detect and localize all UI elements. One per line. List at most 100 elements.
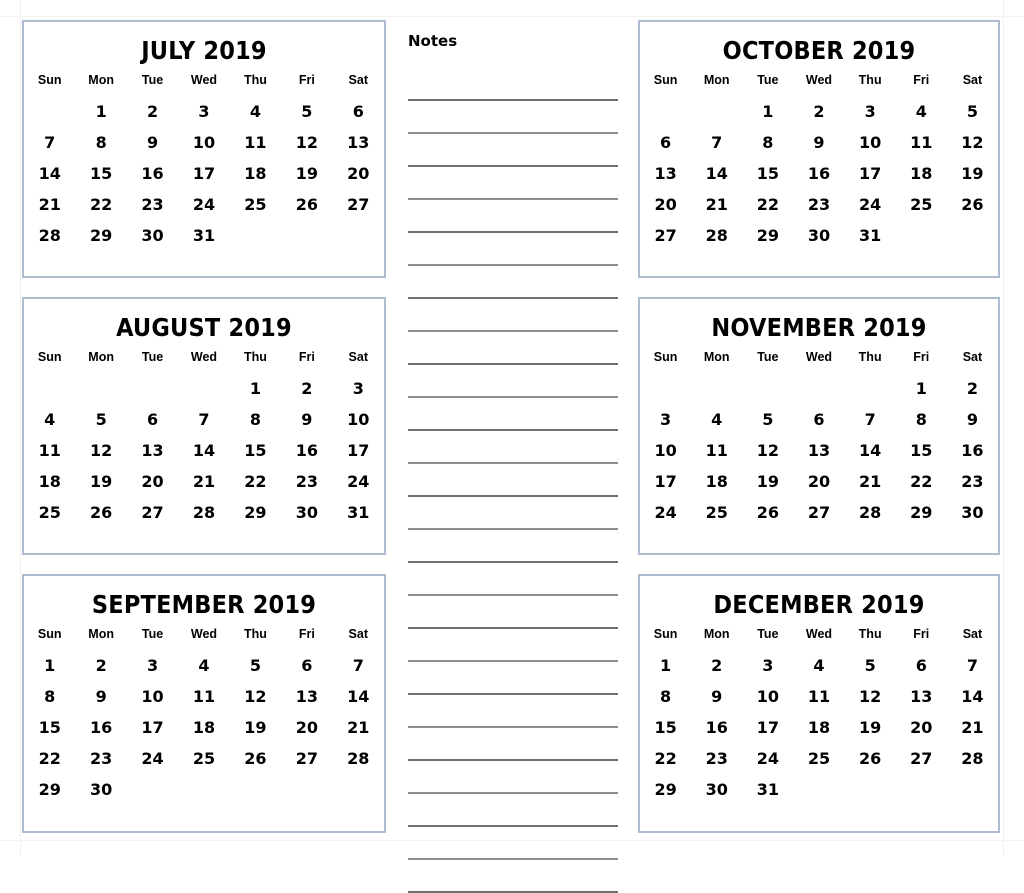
day-cell-october-9[interactable]: 9 bbox=[793, 127, 844, 158]
day-cell-september-1[interactable]: 1 bbox=[24, 650, 75, 681]
day-cell-september-18[interactable]: 18 bbox=[178, 712, 229, 743]
day-cell-october-14[interactable]: 14 bbox=[691, 158, 742, 189]
day-cell-october-24[interactable]: 24 bbox=[845, 189, 896, 220]
day-cell-july-6[interactable]: 6 bbox=[333, 96, 384, 127]
day-cell-july-2[interactable]: 2 bbox=[127, 96, 178, 127]
day-cell-november-6[interactable]: 6 bbox=[793, 404, 844, 435]
day-cell-october-3[interactable]: 3 bbox=[845, 96, 896, 127]
day-cell-august-25[interactable]: 25 bbox=[24, 497, 75, 528]
day-cell-october-5[interactable]: 5 bbox=[947, 96, 998, 127]
note-line[interactable] bbox=[408, 167, 618, 200]
day-cell-july-24[interactable]: 24 bbox=[178, 189, 229, 220]
day-cell-november-22[interactable]: 22 bbox=[896, 466, 947, 497]
notes-panel[interactable]: Notes bbox=[400, 20, 626, 893]
day-cell-december-28[interactable]: 28 bbox=[947, 743, 998, 774]
day-cell-august-24[interactable]: 24 bbox=[333, 466, 384, 497]
day-cell-september-17[interactable]: 17 bbox=[127, 712, 178, 743]
day-cell-november-16[interactable]: 16 bbox=[947, 435, 998, 466]
day-cell-october-23[interactable]: 23 bbox=[793, 189, 844, 220]
day-cell-november-20[interactable]: 20 bbox=[793, 466, 844, 497]
day-cell-august-9[interactable]: 9 bbox=[281, 404, 332, 435]
day-cell-august-7[interactable]: 7 bbox=[178, 404, 229, 435]
day-cell-july-7[interactable]: 7 bbox=[24, 127, 75, 158]
note-line[interactable] bbox=[408, 464, 618, 497]
day-cell-august-13[interactable]: 13 bbox=[127, 435, 178, 466]
day-cell-july-18[interactable]: 18 bbox=[230, 158, 281, 189]
day-cell-december-18[interactable]: 18 bbox=[793, 712, 844, 743]
day-cell-july-20[interactable]: 20 bbox=[333, 158, 384, 189]
day-cell-october-17[interactable]: 17 bbox=[845, 158, 896, 189]
day-cell-november-17[interactable]: 17 bbox=[640, 466, 691, 497]
day-cell-october-12[interactable]: 12 bbox=[947, 127, 998, 158]
day-cell-july-22[interactable]: 22 bbox=[75, 189, 126, 220]
day-cell-october-7[interactable]: 7 bbox=[691, 127, 742, 158]
day-cell-december-23[interactable]: 23 bbox=[691, 743, 742, 774]
day-cell-october-4[interactable]: 4 bbox=[896, 96, 947, 127]
note-line[interactable] bbox=[408, 365, 618, 398]
day-cell-july-29[interactable]: 29 bbox=[75, 220, 126, 251]
day-cell-november-13[interactable]: 13 bbox=[793, 435, 844, 466]
day-cell-july-11[interactable]: 11 bbox=[230, 127, 281, 158]
day-cell-december-8[interactable]: 8 bbox=[640, 681, 691, 712]
note-line[interactable] bbox=[408, 629, 618, 662]
day-cell-august-2[interactable]: 2 bbox=[281, 373, 332, 404]
day-cell-july-21[interactable]: 21 bbox=[24, 189, 75, 220]
day-cell-december-17[interactable]: 17 bbox=[742, 712, 793, 743]
day-cell-november-4[interactable]: 4 bbox=[691, 404, 742, 435]
day-cell-october-30[interactable]: 30 bbox=[793, 220, 844, 251]
day-cell-august-6[interactable]: 6 bbox=[127, 404, 178, 435]
day-cell-august-4[interactable]: 4 bbox=[24, 404, 75, 435]
day-cell-august-22[interactable]: 22 bbox=[230, 466, 281, 497]
day-cell-november-25[interactable]: 25 bbox=[691, 497, 742, 528]
day-cell-july-12[interactable]: 12 bbox=[281, 127, 332, 158]
day-cell-august-11[interactable]: 11 bbox=[24, 435, 75, 466]
day-cell-july-10[interactable]: 10 bbox=[178, 127, 229, 158]
day-cell-august-1[interactable]: 1 bbox=[230, 373, 281, 404]
day-cell-july-27[interactable]: 27 bbox=[333, 189, 384, 220]
day-cell-july-8[interactable]: 8 bbox=[75, 127, 126, 158]
day-cell-december-3[interactable]: 3 bbox=[742, 650, 793, 681]
day-cell-december-25[interactable]: 25 bbox=[793, 743, 844, 774]
day-cell-july-13[interactable]: 13 bbox=[333, 127, 384, 158]
note-line[interactable] bbox=[408, 596, 618, 629]
note-line[interactable] bbox=[408, 233, 618, 266]
day-cell-september-22[interactable]: 22 bbox=[24, 743, 75, 774]
day-cell-november-8[interactable]: 8 bbox=[896, 404, 947, 435]
day-cell-november-29[interactable]: 29 bbox=[896, 497, 947, 528]
day-cell-november-19[interactable]: 19 bbox=[742, 466, 793, 497]
day-cell-september-8[interactable]: 8 bbox=[24, 681, 75, 712]
day-cell-december-21[interactable]: 21 bbox=[947, 712, 998, 743]
day-cell-august-15[interactable]: 15 bbox=[230, 435, 281, 466]
day-cell-december-14[interactable]: 14 bbox=[947, 681, 998, 712]
day-cell-july-4[interactable]: 4 bbox=[230, 96, 281, 127]
day-cell-september-16[interactable]: 16 bbox=[75, 712, 126, 743]
day-cell-november-11[interactable]: 11 bbox=[691, 435, 742, 466]
day-cell-july-9[interactable]: 9 bbox=[127, 127, 178, 158]
note-line[interactable] bbox=[408, 497, 618, 530]
day-cell-september-5[interactable]: 5 bbox=[230, 650, 281, 681]
day-cell-september-19[interactable]: 19 bbox=[230, 712, 281, 743]
day-cell-december-5[interactable]: 5 bbox=[845, 650, 896, 681]
day-cell-september-27[interactable]: 27 bbox=[281, 743, 332, 774]
day-cell-october-21[interactable]: 21 bbox=[691, 189, 742, 220]
day-cell-october-19[interactable]: 19 bbox=[947, 158, 998, 189]
note-line[interactable] bbox=[408, 398, 618, 431]
day-cell-december-16[interactable]: 16 bbox=[691, 712, 742, 743]
day-cell-december-10[interactable]: 10 bbox=[742, 681, 793, 712]
day-cell-august-5[interactable]: 5 bbox=[75, 404, 126, 435]
day-cell-december-20[interactable]: 20 bbox=[896, 712, 947, 743]
note-line[interactable] bbox=[408, 332, 618, 365]
day-cell-december-9[interactable]: 9 bbox=[691, 681, 742, 712]
day-cell-november-26[interactable]: 26 bbox=[742, 497, 793, 528]
day-cell-august-26[interactable]: 26 bbox=[75, 497, 126, 528]
day-cell-september-24[interactable]: 24 bbox=[127, 743, 178, 774]
day-cell-december-6[interactable]: 6 bbox=[896, 650, 947, 681]
day-cell-july-15[interactable]: 15 bbox=[75, 158, 126, 189]
day-cell-october-29[interactable]: 29 bbox=[742, 220, 793, 251]
day-cell-november-2[interactable]: 2 bbox=[947, 373, 998, 404]
day-cell-november-28[interactable]: 28 bbox=[845, 497, 896, 528]
note-line[interactable] bbox=[408, 200, 618, 233]
day-cell-december-22[interactable]: 22 bbox=[640, 743, 691, 774]
note-line[interactable] bbox=[408, 563, 618, 596]
day-cell-november-15[interactable]: 15 bbox=[896, 435, 947, 466]
